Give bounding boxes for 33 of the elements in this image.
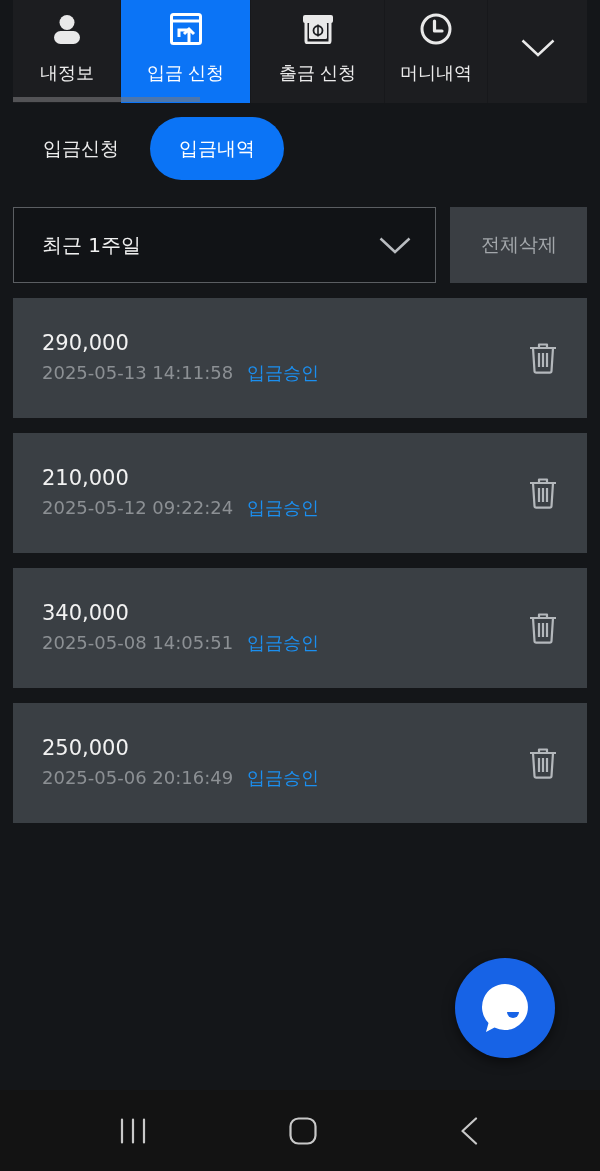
deposit-amount: 210,000: [42, 465, 129, 492]
trash-icon[interactable]: [529, 612, 557, 644]
back-icon[interactable]: [460, 1116, 478, 1145]
deposit-status: 입금승인: [247, 496, 320, 520]
nav-tab[interactable]: 머니내역: [385, 0, 488, 103]
nav-tab[interactable]: 입금 신청: [121, 0, 251, 103]
period-dropdown[interactable]: 최근 1주일: [13, 207, 436, 283]
trash-icon[interactable]: [529, 342, 557, 374]
sub-tab[interactable]: 입금내역: [150, 117, 284, 180]
trash-icon[interactable]: [529, 747, 557, 779]
deposit-status: 입금승인: [247, 361, 320, 385]
nav-tab[interactable]: 출금 신청: [251, 0, 385, 103]
cash-slot-icon: [301, 14, 334, 44]
chevron-down-icon: [520, 38, 555, 57]
deposit-datetime: 2025-05-06 20:16:49: [42, 766, 234, 790]
recent-apps-icon[interactable]: [120, 1117, 146, 1144]
chat-bubble-icon: [481, 983, 529, 1033]
deposit-amount: 250,000: [42, 735, 129, 762]
deposit-datetime: 2025-05-13 14:11:58: [42, 361, 234, 385]
deposit-datetime: 2025-05-08 14:05:51: [42, 631, 234, 655]
deposit-amount: 340,000: [42, 600, 129, 627]
home-icon[interactable]: [289, 1116, 317, 1145]
clock-icon: [420, 13, 452, 45]
chevron-down-icon: [379, 236, 411, 254]
deposit-status: 입금승인: [247, 631, 320, 655]
deposit-status: 입금승인: [247, 766, 320, 790]
upload-box-icon: [169, 13, 202, 45]
deposit-datetime: 2025-05-12 09:22:24: [42, 496, 234, 520]
sub-tab[interactable]: 입금신청: [14, 117, 148, 180]
person-icon: [51, 14, 82, 44]
trash-icon[interactable]: [529, 477, 557, 509]
deposit-amount: 290,000: [42, 330, 129, 357]
delete-all-button[interactable]: 전체삭제: [450, 207, 587, 283]
